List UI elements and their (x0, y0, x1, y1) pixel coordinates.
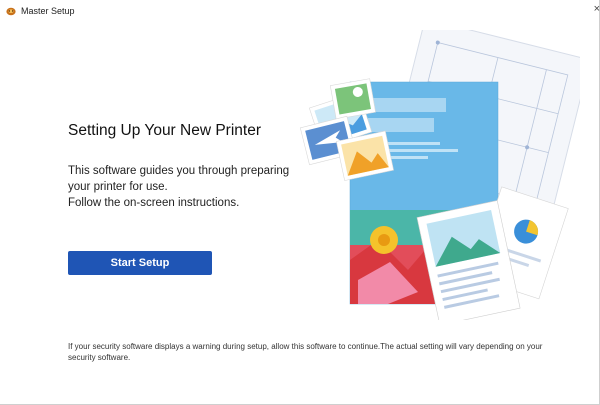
close-icon[interactable]: × (588, 3, 600, 19)
printer-illustration (299, 30, 580, 320)
start-setup-button[interactable]: Start Setup (68, 251, 212, 275)
window-title: Master Setup (21, 6, 75, 16)
title-bar: Master Setup × (0, 0, 600, 24)
setup-window: Master Setup × Setting Up Your New Print… (0, 0, 600, 405)
description-line: Follow the on-screen instructions. (68, 197, 240, 209)
page-title: Setting Up Your New Printer (68, 122, 261, 139)
app-logo-icon (6, 7, 16, 16)
description-line: This software guides you through prepari… (68, 165, 290, 177)
description: This software guides you through prepari… (68, 163, 289, 211)
security-note: If your security software displays a war… (68, 342, 543, 362)
photo-card-sky (329, 78, 376, 120)
description-line: your printer for use. (68, 181, 168, 193)
